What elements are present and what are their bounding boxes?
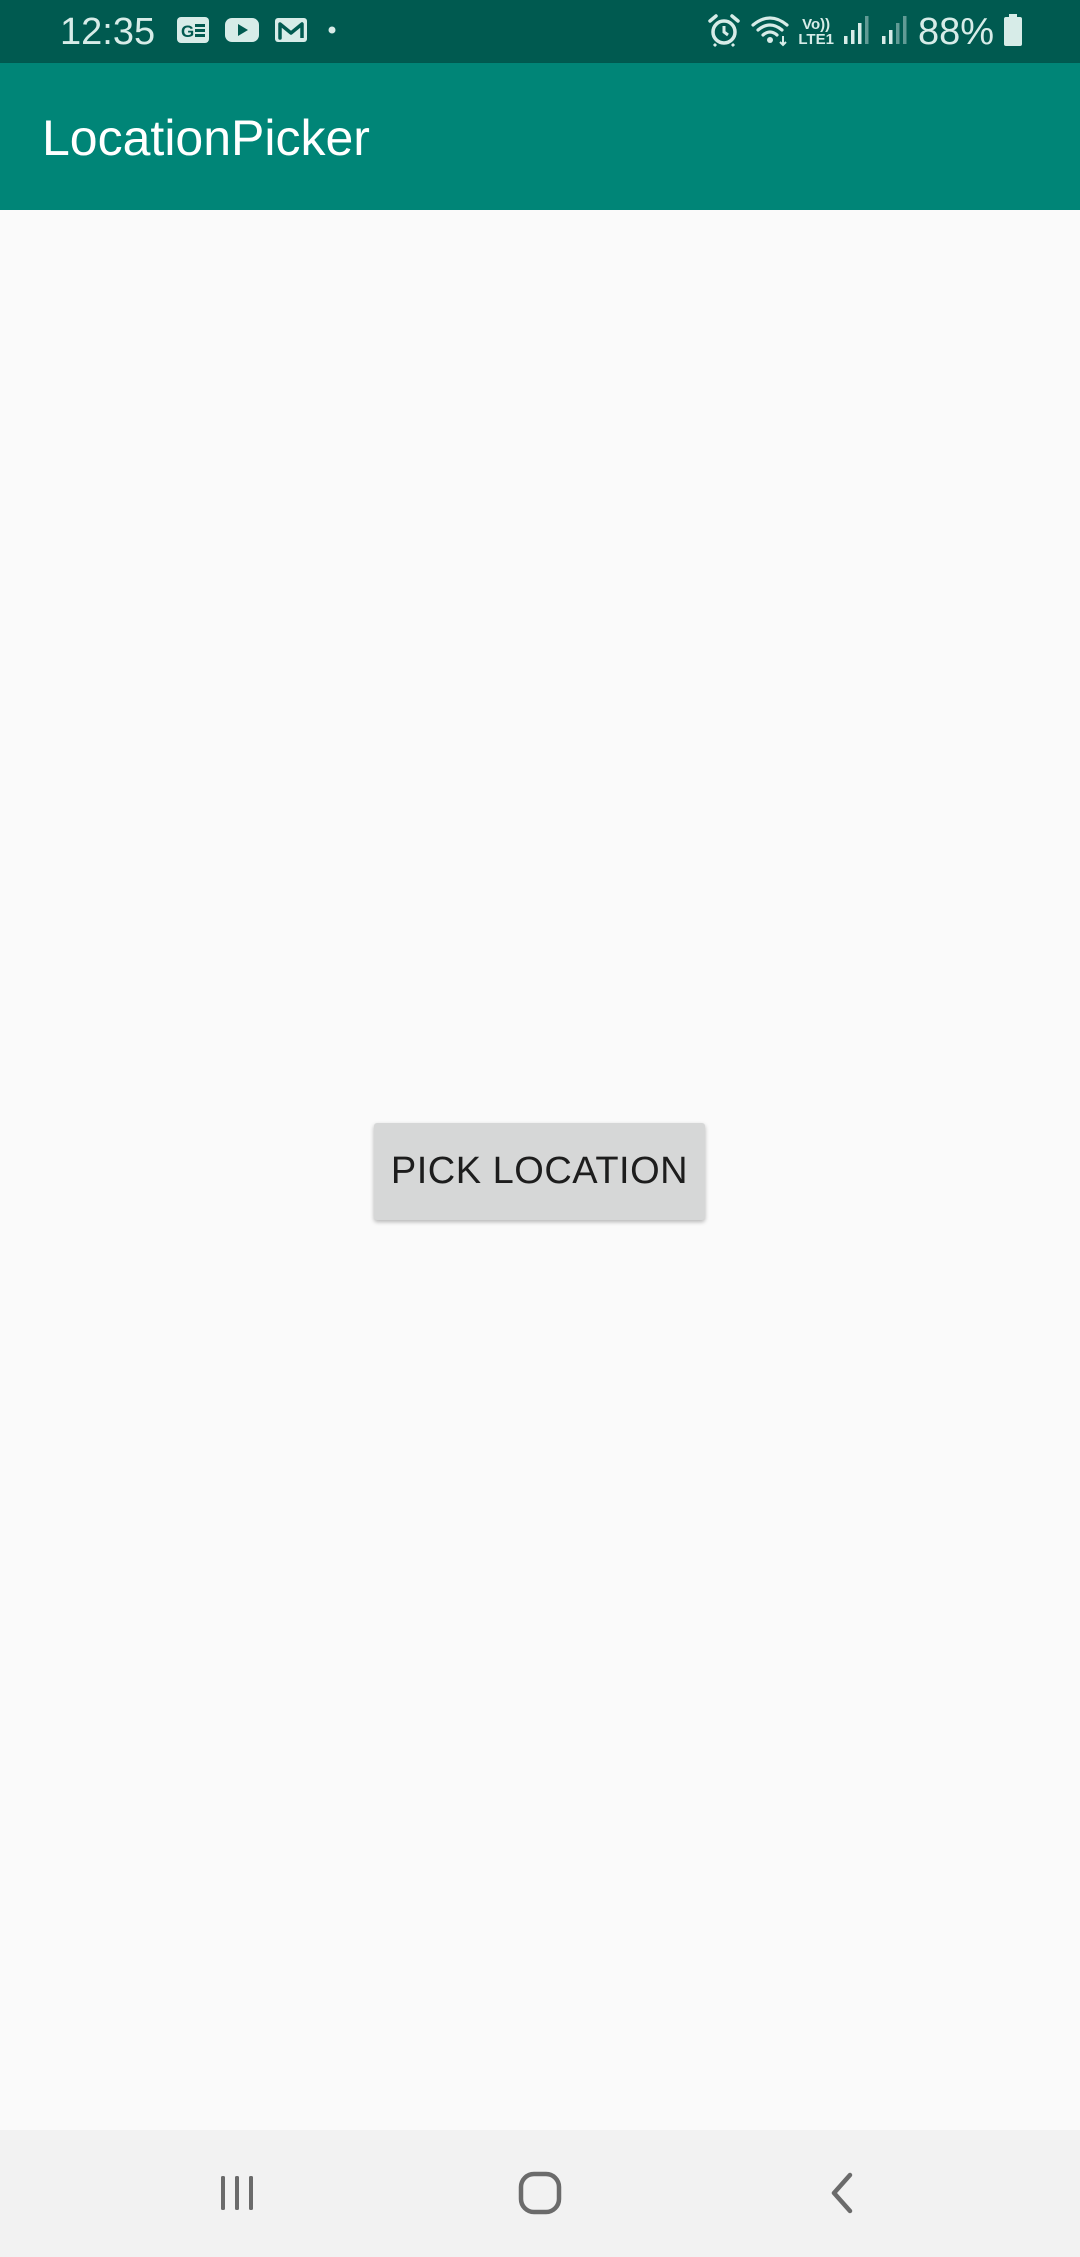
pick-location-button[interactable]: PICK LOCATION — [374, 1123, 705, 1220]
svg-text:G: G — [181, 22, 194, 41]
volte-label-bottom: LTE1 — [798, 31, 834, 48]
battery-percentage: 88% — [917, 11, 994, 53]
recent-apps-button[interactable] — [197, 2158, 277, 2228]
notification-dot-icon — [322, 16, 342, 49]
home-icon — [518, 2171, 562, 2215]
back-icon — [831, 2172, 853, 2214]
gmail-icon — [274, 16, 308, 49]
navigation-bar — [0, 2130, 1080, 2257]
signal-icon — [842, 14, 872, 51]
status-time: 12:35 — [60, 11, 156, 53]
signal-icon-2 — [880, 14, 910, 51]
main-content: PICK LOCATION — [0, 210, 1080, 2130]
wifi-icon — [750, 12, 790, 53]
volte-indicator: Vo)) LTE1 — [798, 17, 834, 47]
volte-label-top: Vo)) — [802, 16, 831, 33]
google-news-icon: G — [176, 16, 210, 49]
status-system-icons: Vo)) LTE1 88% — [706, 10, 1024, 54]
app-title: LocationPicker — [42, 110, 370, 166]
youtube-icon — [224, 16, 260, 49]
app-bar: LocationPicker — [0, 63, 1080, 210]
alarm-icon — [706, 12, 742, 53]
battery-icon — [1002, 13, 1024, 52]
status-notification-icons: G — [176, 14, 342, 50]
status-bar: 12:35 G Vo)) LTE1 88% — [0, 0, 1080, 63]
home-button[interactable] — [500, 2158, 580, 2228]
recent-apps-icon — [221, 2176, 253, 2210]
back-button[interactable] — [803, 2158, 883, 2228]
